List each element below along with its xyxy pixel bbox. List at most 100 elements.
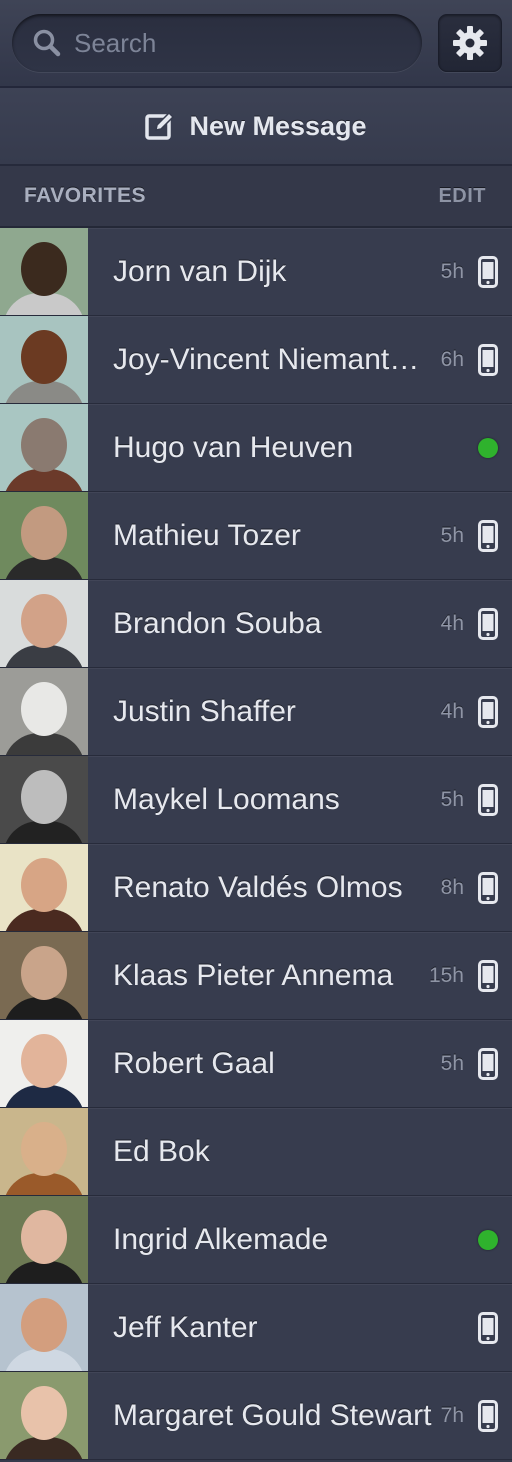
- contact-name: Ingrid Alkemade: [113, 1222, 329, 1256]
- favorites-title: FAVORITES: [24, 184, 146, 207]
- contact-name: Klaas Pieter Annema: [113, 958, 394, 992]
- contact-row[interactable]: Ingrid Alkemade: [0, 1196, 512, 1284]
- contact-avatar: [0, 1372, 88, 1459]
- avatar-head: [21, 770, 67, 824]
- avatar-head: [21, 330, 67, 384]
- contact-row[interactable]: Margaret Gould Stewart 7h: [0, 1372, 512, 1460]
- new-message-button[interactable]: New Message: [0, 88, 512, 166]
- mobile-phone-icon: [478, 783, 498, 816]
- search-input[interactable]: [74, 27, 422, 59]
- contact-avatar: [0, 844, 88, 931]
- avatar-head: [21, 682, 67, 736]
- contact-name: Maykel Loomans: [113, 782, 340, 816]
- avatar-body: [3, 1437, 85, 1459]
- contact-avatar: [0, 756, 88, 843]
- mobile-phone-icon: [478, 255, 498, 288]
- contact-avatar: [0, 580, 88, 667]
- contact-avatar: [0, 404, 88, 491]
- avatar-body: [3, 997, 85, 1019]
- last-active-time: 5h: [440, 1051, 464, 1075]
- presence-indicator: [464, 607, 512, 640]
- contact-row[interactable]: Brandon Souba 4h: [0, 580, 512, 668]
- contact-row[interactable]: Mathieu Tozer 5h: [0, 492, 512, 580]
- presence-indicator: [464, 1399, 512, 1432]
- mobile-phone-icon: [478, 959, 498, 992]
- contact-name: Brandon Souba: [113, 606, 322, 640]
- contact-row[interactable]: Jorn van Dijk 5h: [0, 228, 512, 316]
- search-icon: [33, 29, 61, 57]
- online-dot-icon: [478, 1229, 498, 1250]
- search-field[interactable]: [12, 14, 422, 72]
- avatar-body: [3, 1349, 85, 1371]
- avatar-head: [21, 594, 67, 648]
- presence-indicator: [464, 1047, 512, 1080]
- contact-name: Joy-Vincent Niemantsverdriet: [113, 342, 433, 376]
- contact-row[interactable]: Robert Gaal 5h: [0, 1020, 512, 1108]
- avatar-body: [3, 821, 85, 843]
- contact-name: Jeff Kanter: [113, 1310, 258, 1344]
- last-active-time: 5h: [440, 787, 464, 811]
- contact-name: Robert Gaal: [113, 1046, 275, 1080]
- last-active-time: 7h: [440, 1403, 464, 1427]
- settings-button[interactable]: [438, 14, 502, 72]
- gear-icon: [453, 26, 487, 60]
- avatar-head: [21, 1034, 67, 1088]
- contact-row[interactable]: Maykel Loomans 5h: [0, 756, 512, 844]
- mobile-phone-icon: [478, 1399, 498, 1432]
- last-active-time: 15h: [428, 963, 464, 987]
- avatar-head: [21, 242, 67, 296]
- last-active-time: 8h: [440, 875, 464, 899]
- mobile-phone-icon: [478, 343, 498, 376]
- contact-avatar: [0, 1284, 88, 1371]
- avatar-body: [3, 1261, 85, 1283]
- contact-name: Renato Valdés Olmos: [113, 870, 403, 904]
- contact-list: Jorn van Dijk 5h Joy-Vincent Niemantsverdr…: [0, 228, 512, 1460]
- contact-row[interactable]: Ed Bok: [0, 1108, 512, 1196]
- mobile-phone-icon: [478, 607, 498, 640]
- contact-avatar: [0, 316, 88, 403]
- contact-row[interactable]: Jeff Kanter: [0, 1284, 512, 1372]
- presence-indicator: [464, 1311, 512, 1344]
- avatar-head: [21, 1210, 67, 1264]
- avatar-head: [21, 858, 67, 912]
- presence-indicator: [464, 1229, 512, 1250]
- last-active-time: 4h: [440, 611, 464, 635]
- contact-row[interactable]: Justin Shaffer 4h: [0, 668, 512, 756]
- last-active-time: 5h: [440, 523, 464, 547]
- presence-indicator: [464, 519, 512, 552]
- contact-avatar: [0, 228, 88, 315]
- contact-avatar: [0, 1020, 88, 1107]
- online-dot-icon: [478, 437, 498, 458]
- mobile-phone-icon: [478, 871, 498, 904]
- avatar-body: [3, 293, 85, 315]
- avatar-body: [3, 1085, 85, 1107]
- contact-row[interactable]: Hugo van Heuven: [0, 404, 512, 492]
- compose-icon: [145, 111, 175, 140]
- last-active-time: 4h: [440, 699, 464, 723]
- contact-name: Justin Shaffer: [113, 694, 296, 728]
- presence-indicator: [464, 343, 512, 376]
- contact-avatar: [0, 492, 88, 579]
- avatar-body: [3, 557, 85, 579]
- mobile-phone-icon: [478, 1311, 498, 1344]
- avatar-body: [3, 469, 85, 491]
- avatar-body: [3, 733, 85, 755]
- last-active-time: 6h: [440, 347, 464, 371]
- avatar-head: [21, 418, 67, 472]
- avatar-head: [21, 1298, 67, 1352]
- presence-indicator: [464, 695, 512, 728]
- edit-button[interactable]: EDIT: [438, 185, 486, 208]
- avatar-head: [21, 946, 67, 1000]
- presence-indicator: [464, 871, 512, 904]
- avatar-body: [3, 909, 85, 931]
- new-message-label: New Message: [189, 110, 367, 141]
- contact-row[interactable]: Renato Valdés Olmos 8h: [0, 844, 512, 932]
- contact-row[interactable]: Klaas Pieter Annema 15h: [0, 932, 512, 1020]
- contact-name: Margaret Gould Stewart: [113, 1398, 432, 1432]
- contact-name: Hugo van Heuven: [113, 430, 354, 464]
- favorites-header: FAVORITES EDIT: [0, 166, 512, 228]
- contact-name: Jorn van Dijk: [113, 254, 287, 288]
- avatar-body: [3, 645, 85, 667]
- contact-row[interactable]: Joy-Vincent Niemantsverdriet 6h: [0, 316, 512, 404]
- mobile-phone-icon: [478, 695, 498, 728]
